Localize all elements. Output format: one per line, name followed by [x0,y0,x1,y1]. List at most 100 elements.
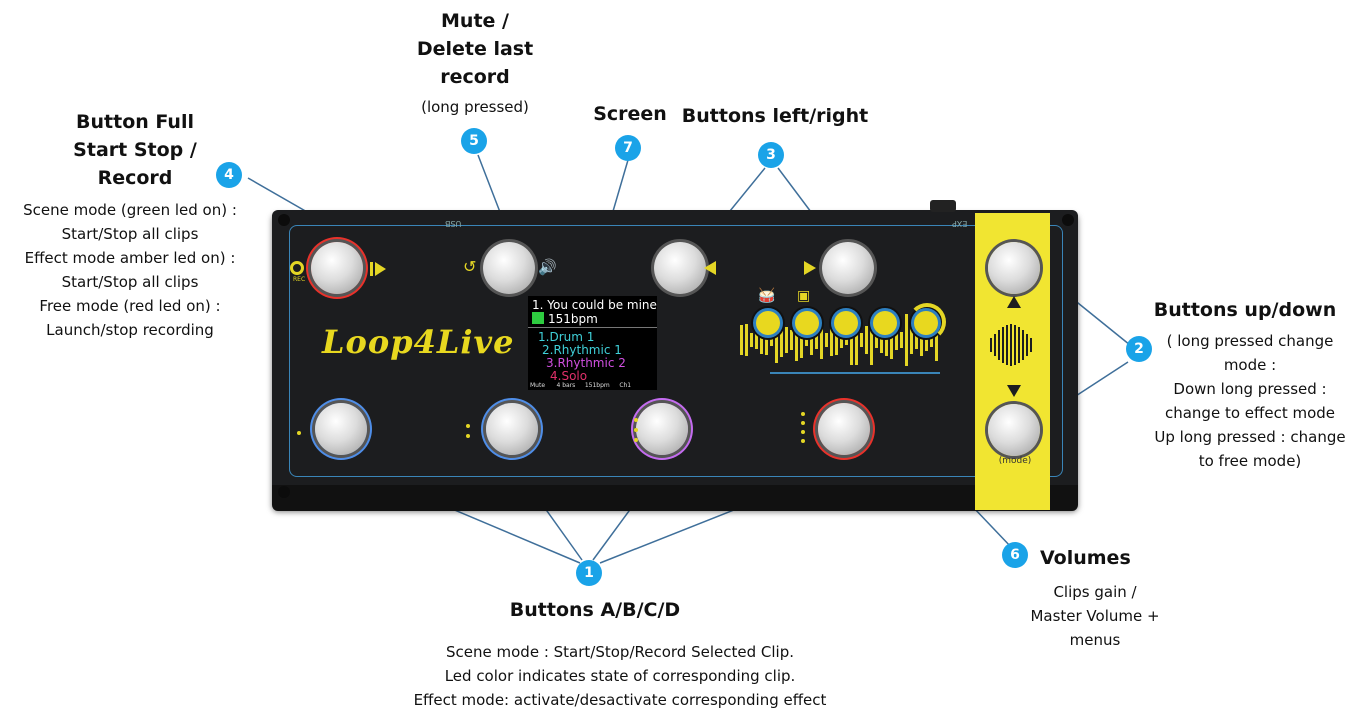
track-3: 3.Rhythmic 2 [546,356,626,370]
waveform-bar [994,334,996,356]
callout-7-badge: 7 [615,135,641,161]
callout-1-title: Buttons A/B/C/D [509,599,681,621]
callout-2-title: Buttons up/down [1153,299,1337,321]
rec-icon [290,261,304,275]
waveform-bar [998,330,1000,360]
waveform-bar [750,333,753,347]
waveform-bar [1018,327,1020,363]
undo-icon: ↺ [463,257,477,276]
waveform-bar [740,325,743,355]
knob-3[interactable] [834,311,858,335]
desc-line: Scene mode : Start/Stop/Record Selected … [446,643,794,661]
callout-1-badge: 1 [576,560,602,586]
waveform-bar [825,332,828,348]
down-mode-button[interactable] [988,404,1040,456]
indicator-dot [801,412,805,416]
button-b[interactable] [486,403,538,455]
waveform-bar [805,334,808,346]
indicator-dot [634,418,638,422]
arrow-left-icon [704,261,716,275]
button-a[interactable] [315,403,367,455]
title-line: Record [97,167,173,189]
desc-line: Down long pressed : [1173,380,1327,398]
status-bars: 4 bars [556,382,576,389]
right-button[interactable] [822,242,874,294]
status-channel: Ch1 [619,382,632,389]
track-1: 1.Drum 1 [538,330,595,344]
desc-line: Up long pressed : change [1154,428,1346,446]
callout-3-badge: 3 [758,142,784,168]
indicator-dot [634,438,638,442]
mute-delete-button[interactable] [483,242,535,294]
title-line: Mute / [441,10,509,32]
desc-line: Led color indicates state of correspondi… [444,667,796,685]
corner-screw [278,486,290,498]
track-2: 2.Rhythmic 1 [542,343,622,357]
waveform-bar [845,334,848,346]
callout-5-title: Mute / Delete last record [390,7,560,91]
title-line: Button Full [76,111,194,133]
waveform-bar [790,329,793,351]
waveform-bar [785,326,788,354]
waveform-bar [1030,338,1032,352]
left-button[interactable] [654,242,706,294]
waveform-bar [875,331,878,349]
desc-line: Effect mode amber led on) : [24,249,236,267]
arrow-up-icon [1007,296,1021,308]
waveform-icon [990,323,1034,367]
callout-5-desc: (long pressed) [421,98,529,116]
waveform-bar [830,323,833,357]
corner-screw [1062,214,1074,226]
callout-4-desc: Scene mode (green led on) : Start/Stop a… [0,198,260,342]
tempo-indicator [532,312,544,324]
drum-icon: 🥁 [758,288,776,304]
track-4: 4.Solo [550,369,588,383]
loop4live-logo: Loop4Live [322,323,515,361]
indicator-dot [466,434,470,438]
waveform-bar [1010,324,1012,366]
waveform-bar [895,329,898,351]
full-start-stop-record-button[interactable] [311,242,363,294]
title-line: record [440,66,510,88]
callout-4-title: Button Full Start Stop / Record [45,108,225,192]
lcd-screen: 1. You could be mine 151bpm 1.Drum 1 2.R… [528,296,657,390]
desc-line: Free mode (red led on) : [39,297,221,315]
desc-line: ( long pressed change [1166,332,1334,350]
desc-line: Start/Stop all clips [61,225,199,243]
waveform-bar [745,323,748,357]
desc-line: Start/Stop all clips [61,273,199,291]
knob-1[interactable] [756,311,780,335]
status-bpm: 151bpm [584,382,610,389]
desc-line: Master Volume + [1030,607,1160,625]
status-mute: Mute [530,382,546,389]
callout-7-title: Screen [593,103,667,125]
waveform-bar [1026,334,1028,356]
waveform-bar [815,330,818,350]
knob-2[interactable] [795,311,819,335]
waveform-bar [1014,325,1016,365]
button-d[interactable] [818,403,870,455]
volume-underline [770,372,940,374]
indicator-dot [801,421,805,425]
exp-jack [930,200,956,212]
up-button[interactable] [988,242,1040,294]
waveform-bar [770,334,773,346]
rec-label: REC [293,276,306,283]
button-c[interactable] [636,403,688,455]
waveform-bar [865,326,868,354]
waveform-bar [860,333,863,347]
status-bar: Mute 4 bars 151bpm Ch1 [530,382,631,389]
exp-label: EXP [952,219,968,228]
callout-1-desc: Scene mode : Start/Stop/Record Selected … [360,640,880,712]
tempo-text: 151bpm [548,312,598,326]
title-line: Start Stop / [73,139,197,161]
waveform-bar [1002,327,1004,363]
desc-line: Effect mode: activate/desactivate corres… [413,691,827,709]
callout-4-badge: 4 [216,162,242,188]
desc-line: Scene mode (green led on) : [23,201,237,219]
pedalboard-base [272,485,1078,511]
knob-4[interactable] [873,311,897,335]
callout-6-title: Volumes [1040,547,1131,569]
usb-label: USB [445,219,462,228]
desc-line: menus [1069,631,1121,649]
